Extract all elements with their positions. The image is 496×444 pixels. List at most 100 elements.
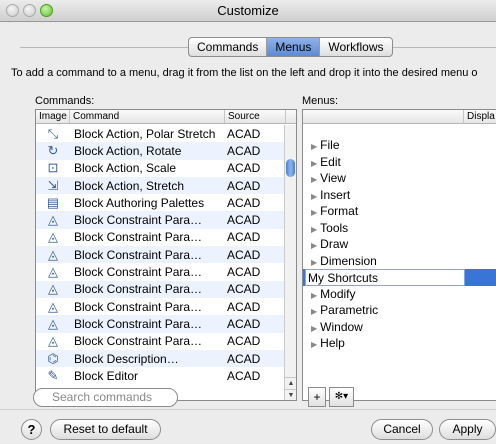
command-source: ACAD: [227, 195, 261, 210]
description-icon: ⌬: [47, 350, 59, 366]
menu-item-label: Help: [320, 336, 345, 350]
menus-header: Displa: [303, 110, 496, 124]
menu-item-format[interactable]: ▶ Format: [303, 203, 496, 220]
disclosure-triangle-icon[interactable]: ▶: [311, 324, 317, 333]
scroll-up-arrow[interactable]: ▲: [285, 377, 296, 389]
menu-name-input[interactable]: [305, 269, 465, 286]
table-row[interactable]: ⌬ Block Description… ACAD: [36, 349, 286, 368]
tab-commands[interactable]: Commands: [189, 38, 268, 56]
tab-menus[interactable]: Menus: [267, 38, 321, 56]
command-source: ACAD: [227, 213, 261, 228]
menu-item-label: File: [320, 138, 340, 152]
table-row[interactable]: ⊡ Block Action, Scale ACAD: [36, 160, 286, 177]
command-source: ACAD: [227, 282, 261, 297]
menus-tree[interactable]: Displa ▶ File ▶ Edit ▶ View ▶ Insert ▶ Format ▶ Too…: [302, 109, 496, 401]
apply-button[interactable]: Apply: [439, 419, 496, 440]
menu-item-help[interactable]: ▶ Help: [303, 335, 496, 352]
polar-stretch-icon: ⤡: [47, 125, 59, 141]
disclosure-triangle-icon[interactable]: ▶: [311, 241, 317, 250]
table-row[interactable]: ▤ Block Authoring Palettes ACAD: [36, 194, 286, 211]
minimize-button[interactable]: [23, 4, 36, 17]
scroll-thumb[interactable]: [286, 159, 295, 177]
constraint-icon: ◬: [48, 315, 58, 331]
column-image[interactable]: Image: [36, 110, 70, 123]
scroll-down-arrow[interactable]: ▼: [285, 389, 296, 400]
disclosure-triangle-icon[interactable]: ▶: [311, 291, 317, 300]
column-command[interactable]: Command: [70, 110, 225, 123]
menu-item-label: Draw: [320, 237, 349, 251]
table-row[interactable]: ◬ Block Constraint Para… ACAD: [36, 315, 286, 333]
table-row[interactable]: ⇲ Block Action, Stretch ACAD: [36, 176, 286, 195]
add-menu-button[interactable]: +: [308, 387, 326, 407]
menu-item-file[interactable]: ▶ File: [303, 137, 496, 154]
constraint-icon: ◬: [48, 281, 58, 297]
table-row[interactable]: ✎ Block Editor ACAD: [36, 367, 286, 384]
tab-switcher: Commands Menus Workflows: [188, 37, 393, 57]
menu-item-view[interactable]: ▶ View: [303, 170, 496, 187]
column-display[interactable]: Displa: [467, 110, 495, 124]
commands-scrollbar[interactable]: ▲ ▼: [284, 125, 296, 400]
table-row[interactable]: ↻ Block Action, Rotate ACAD: [36, 142, 286, 160]
command-name: Block Constraint Para…: [74, 230, 203, 245]
command-source: ACAD: [227, 143, 261, 158]
disclosure-triangle-icon[interactable]: ▶: [311, 258, 317, 267]
command-name: Block Constraint Para…: [74, 282, 203, 297]
table-row[interactable]: ⤡ Block Action, Polar Stretch ACAD: [36, 125, 286, 142]
table-row[interactable]: ◬ Block Constraint Para… ACAD: [36, 229, 286, 246]
zoom-button[interactable]: [40, 4, 53, 17]
help-button[interactable]: ?: [21, 419, 42, 440]
customize-dialog: Commands Menus Workflows To add a comman…: [0, 23, 496, 444]
menu-item-modify[interactable]: ▶ Modify: [303, 286, 496, 303]
table-row[interactable]: ◬ Block Constraint Para… ACAD: [36, 211, 286, 229]
disclosure-triangle-icon[interactable]: ▶: [311, 192, 317, 201]
commands-list[interactable]: Image Command Source ⤡ Block Action, Pola…: [35, 109, 297, 401]
menus-label: Menus:: [302, 95, 339, 107]
disclosure-triangle-icon[interactable]: ▶: [311, 225, 317, 234]
table-row[interactable]: ◬ Block Constraint Para… ACAD: [36, 298, 286, 315]
cancel-button[interactable]: Cancel: [371, 419, 433, 440]
instruction-text: To add a command to a menu, drag it from…: [11, 67, 478, 79]
column-source[interactable]: Source: [225, 110, 286, 123]
disclosure-triangle-icon[interactable]: ▶: [311, 175, 317, 184]
menu-item-window[interactable]: ▶ Window: [303, 319, 496, 336]
table-row[interactable]: ◬ Block Constraint Para… ACAD: [36, 263, 286, 280]
command-source: ACAD: [227, 351, 261, 366]
command-name: Block Constraint Para…: [74, 265, 203, 280]
menu-item-my-shortcuts[interactable]: [303, 269, 496, 286]
command-name: Block Constraint Para…: [74, 316, 203, 331]
footer-divider: [0, 409, 496, 410]
command-name: Block Authoring Palettes: [74, 195, 205, 210]
menu-item-draw[interactable]: ▶ Draw: [303, 236, 496, 253]
menu-item-label: Edit: [320, 154, 341, 169]
disclosure-triangle-icon[interactable]: ▶: [311, 208, 317, 217]
menu-item-tools[interactable]: ▶ Tools: [303, 220, 496, 237]
command-source: ACAD: [227, 334, 261, 349]
menu-item-dimension[interactable]: ▶ Dimension: [303, 253, 496, 270]
commands-label: Commands:: [35, 95, 95, 107]
table-row[interactable]: ◬ Block Constraint Para… ACAD: [36, 333, 286, 350]
command-source: ACAD: [227, 126, 261, 141]
menu-item-label: Insert: [320, 187, 351, 202]
menu-item-label: Window: [320, 319, 363, 334]
table-row[interactable]: ◬ Block Constraint Para… ACAD: [36, 246, 286, 264]
tab-workflows[interactable]: Workflows: [320, 38, 391, 56]
commands-rows: ⤡ Block Action, Polar Stretch ACAD ↻ Block A…: [36, 125, 286, 400]
menu-item-insert[interactable]: ▶ Insert: [303, 187, 496, 204]
search-commands-input[interactable]: Search commands: [33, 388, 178, 407]
reset-to-default-button[interactable]: Reset to default: [50, 419, 161, 440]
disclosure-triangle-icon[interactable]: ▶: [311, 340, 317, 349]
close-button[interactable]: [6, 4, 19, 17]
disclosure-triangle-icon[interactable]: ▶: [311, 159, 317, 168]
constraint-icon: ◬: [48, 246, 58, 262]
command-name: Block Constraint Para…: [74, 299, 203, 314]
command-name: Block Action, Scale: [74, 161, 177, 176]
menu-item-edit[interactable]: ▶ Edit: [303, 154, 496, 171]
command-name: Block Description…: [74, 351, 179, 366]
window-title: Customize: [217, 3, 279, 18]
constraint-icon: ◬: [48, 264, 58, 280]
menu-item-parametric[interactable]: ▶ Parametric: [303, 302, 496, 319]
table-row[interactable]: ◬ Block Constraint Para… ACAD: [36, 280, 286, 298]
disclosure-triangle-icon[interactable]: ▶: [311, 142, 317, 151]
disclosure-triangle-icon[interactable]: ▶: [311, 307, 317, 316]
gear-menu-button[interactable]: ✻▾: [329, 387, 354, 407]
